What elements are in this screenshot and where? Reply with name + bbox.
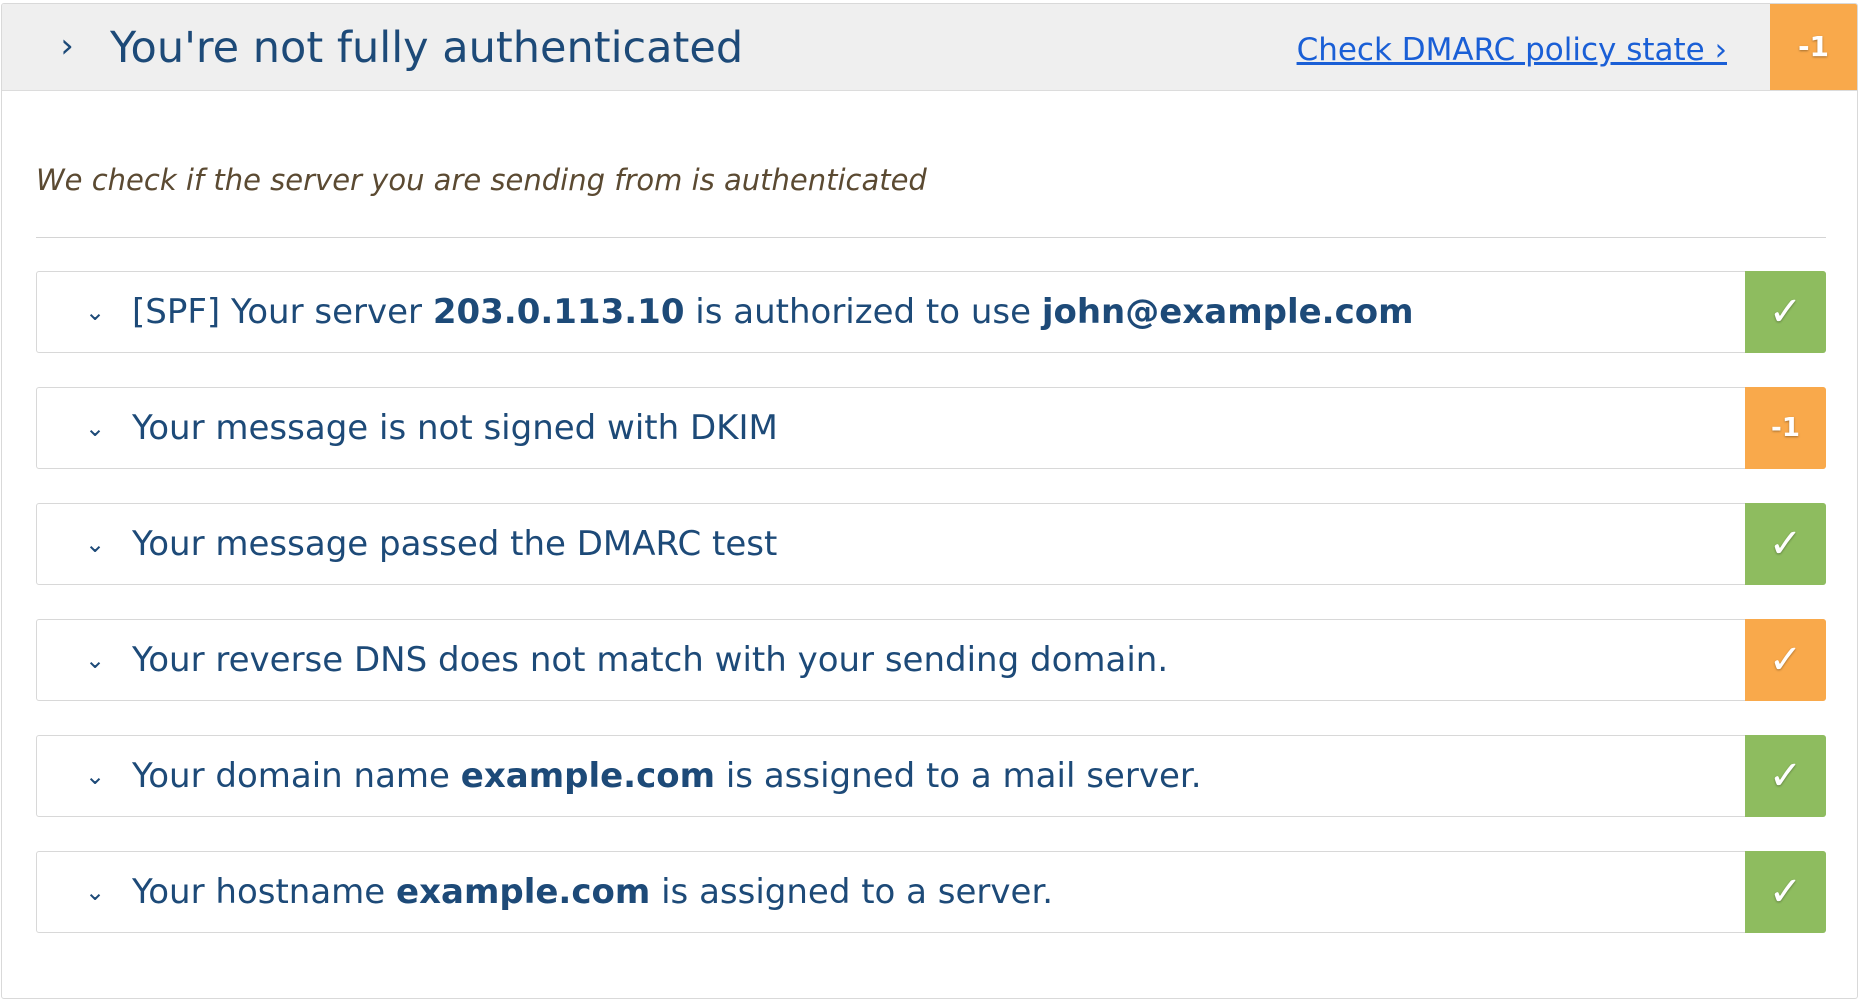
check-dmarc-policy-link[interactable]: Check DMARC policy state › (1297, 30, 1727, 70)
check-text-suffix: is assigned to a server. (650, 872, 1054, 912)
panel-description: We check if the server you are sending f… (36, 163, 927, 197)
chevron-down-icon[interactable]: ⌄ (81, 524, 109, 564)
check-row-spf[interactable]: ⌄ [SPF] Your server 203.0.113.10 is auth… (36, 271, 1826, 353)
check-text-middle: is authorized to use (684, 292, 1042, 332)
check-text-suffix: is assigned to a mail server. (715, 756, 1202, 796)
check-icon: ✓ (1745, 503, 1826, 585)
check-icon: ✓ (1745, 619, 1826, 701)
check-row-dmarc[interactable]: ⌄ Your message passed the DMARC test ✓ (36, 503, 1826, 585)
check-text-prefix: Your domain name (132, 756, 461, 796)
check-icon: ✓ (1745, 851, 1826, 933)
check-row-hostname[interactable]: ⌄ Your hostname example.com is assigned … (36, 851, 1826, 933)
check-text: Your reverse DNS does not match with you… (132, 640, 1169, 680)
header-score-badge: -1 (1770, 4, 1857, 90)
check-icon: ✓ (1745, 271, 1826, 353)
chevron-down-icon[interactable]: ⌄ (81, 756, 109, 796)
chevron-down-icon[interactable]: ⌄ (81, 408, 109, 448)
chevron-down-icon[interactable]: ⌄ (81, 872, 109, 912)
authentication-panel: › You're not fully authenticated Check D… (1, 3, 1858, 999)
check-text: Your message passed the DMARC test (132, 524, 778, 564)
check-text-ip: 203.0.113.10 (432, 292, 685, 332)
check-text: [SPF] Your server 203.0.113.10 is author… (132, 288, 1414, 336)
divider (36, 237, 1826, 238)
check-text-prefix: Your hostname (132, 872, 397, 912)
check-row-reverse-dns[interactable]: ⌄ Your reverse DNS does not match with y… (36, 619, 1826, 701)
check-text-domain: example.com (460, 756, 716, 796)
check-text-email: john@example.com (1041, 292, 1414, 332)
chevron-right-icon[interactable]: › (52, 26, 82, 66)
check-row-domain-mx[interactable]: ⌄ Your domain name example.com is assign… (36, 735, 1826, 817)
check-list: ⌄ [SPF] Your server 203.0.113.10 is auth… (36, 271, 1826, 967)
check-text-hostname: example.com (396, 872, 651, 912)
score-badge: -1 (1745, 387, 1826, 469)
check-text: Your hostname example.com is assigned to… (132, 868, 1053, 916)
check-text: Your domain name example.com is assigned… (132, 752, 1202, 800)
check-icon: ✓ (1745, 735, 1826, 817)
panel-header[interactable]: › You're not fully authenticated Check D… (2, 4, 1857, 91)
check-text-prefix: [SPF] Your server (132, 292, 433, 332)
chevron-down-icon[interactable]: ⌄ (81, 292, 109, 332)
check-row-dkim[interactable]: ⌄ Your message is not signed with DKIM -… (36, 387, 1826, 469)
check-text: Your message is not signed with DKIM (132, 408, 778, 448)
panel-title: You're not fully authenticated (110, 23, 744, 73)
chevron-down-icon[interactable]: ⌄ (81, 640, 109, 680)
